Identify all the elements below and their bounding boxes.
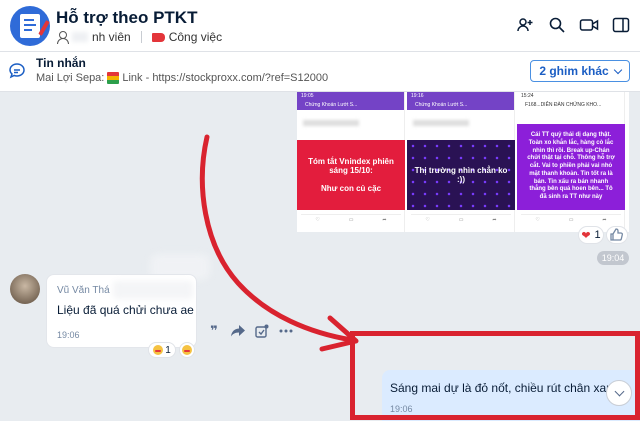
- pinned-preview: Mai Lợi Sepa: Link - https://stockproxx.…: [36, 72, 328, 84]
- pinned-message-bar[interactable]: Tin nhắn Mai Lợi Sepa: Link - https://st…: [0, 52, 640, 92]
- outgoing-message[interactable]: Sáng mai dự là đỏ nốt, chiều rút chân xa…: [382, 370, 640, 421]
- task-icon[interactable]: [253, 323, 271, 339]
- image-gallery-message[interactable]: 19:05 Chứng Khoán Lướt S... Tóm tắt Vnin…: [297, 92, 629, 232]
- image-status-time: 19:05: [297, 92, 404, 100]
- forward-icon[interactable]: [229, 323, 247, 339]
- members-label[interactable]: nh viên: [92, 30, 131, 44]
- category-label[interactable]: Công việc: [169, 30, 222, 44]
- annotation-arrowhead: [319, 315, 359, 352]
- message-text: Sáng mai dự là đỏ nốt, chiều rút chân xa…: [390, 381, 620, 395]
- pinned-link[interactable]: Link - https://stockproxx.com/?ref=S1200…: [122, 72, 328, 84]
- redacted-name: [113, 281, 193, 299]
- thumbs-up-icon: [610, 228, 623, 241]
- avatar[interactable]: [10, 274, 40, 304]
- incoming-message[interactable]: Vũ Văn Thá Liệu đã quá chửi chưa ae 19:0…: [46, 274, 197, 348]
- scroll-to-bottom-button[interactable]: [606, 380, 632, 406]
- message-icon: [8, 62, 26, 80]
- divider: [140, 31, 142, 43]
- quote-icon[interactable]: ❞: [205, 323, 223, 339]
- books-emoji-icon: [107, 72, 120, 84]
- pinned-sender: Mai Lợi Sepa:: [36, 72, 105, 84]
- add-member-icon[interactable]: [514, 14, 536, 36]
- document-icon: [20, 14, 50, 38]
- pinned-title: Tin nhắn: [36, 56, 86, 70]
- image-header-text: Chứng Khoán Lướt S...: [297, 100, 404, 110]
- image-panel-text: Cái TT quỷ thái dị dạng thật. Toàn xo kh…: [517, 124, 625, 210]
- more-options-icon[interactable]: [277, 323, 295, 339]
- more-pins-button[interactable]: 2 ghim khác: [530, 60, 630, 82]
- sidebar-toggle-icon[interactable]: [610, 14, 632, 36]
- image-reactions: ♡ ▭ ➦: [521, 214, 621, 224]
- image-status-time: 15:24: [517, 92, 624, 100]
- image-panel-text: Thị trường nhìn chẳn ko :)): [407, 140, 515, 210]
- chevron-down-icon: [614, 386, 624, 396]
- like-button[interactable]: [606, 226, 628, 244]
- chat-header: Hỗ trợ theo PTKT nh viên Công việc: [0, 0, 640, 52]
- react-button[interactable]: [179, 342, 195, 358]
- message-time: 19:06: [390, 404, 413, 414]
- reaction-count-badge[interactable]: ❤ 1: [578, 226, 604, 244]
- image-panel-text: Tóm tắt Vnindex phiên sáng 15/10: Như co…: [297, 140, 405, 210]
- video-call-icon[interactable]: [578, 14, 600, 36]
- group-avatar[interactable]: [10, 6, 50, 46]
- angry-face-icon: [153, 345, 164, 355]
- message-text: Liệu đã quá chửi chưa ae: [57, 303, 194, 317]
- members-icon: [56, 31, 69, 44]
- search-icon[interactable]: [546, 14, 568, 36]
- message-actions: ❞: [205, 323, 295, 339]
- reaction-count-badge[interactable]: 1: [148, 342, 176, 358]
- angry-face-icon: [182, 345, 192, 355]
- more-pins-label: 2 ghim khác: [539, 64, 609, 78]
- heart-icon: ❤: [581, 229, 591, 242]
- gallery-image-3[interactable]: 15:24 F168...DIỄN ĐÀN CHỨNG KHO... Cái T…: [517, 92, 625, 232]
- time-pill: 19:04: [597, 251, 629, 265]
- image-header-text: Chứng Khoán Lướt S...: [407, 100, 514, 110]
- group-title[interactable]: Hỗ trợ theo PTKT: [56, 8, 197, 28]
- message-time: 19:06: [57, 330, 80, 340]
- gallery-image-1[interactable]: 19:05 Chứng Khoán Lướt S... Tóm tắt Vnin…: [297, 92, 405, 232]
- gallery-image-2[interactable]: 19:16 Chứng Khoán Lướt S... Thị trường n…: [407, 92, 515, 232]
- reaction-count: 1: [165, 344, 171, 356]
- image-status-time: 19:16: [407, 92, 514, 100]
- image-header-text: F168...DIỄN ĐÀN CHỨNG KHO...: [517, 100, 624, 110]
- reaction-count: 1: [594, 229, 601, 241]
- chevron-down-icon: [613, 65, 622, 74]
- image-meta: [407, 110, 514, 140]
- sender-name[interactable]: Vũ Văn Thá: [57, 285, 110, 296]
- image-meta: [297, 110, 404, 140]
- group-subtitle: nh viên Công việc: [56, 30, 222, 44]
- image-reactions: ♡ ▭ ➦: [301, 214, 401, 224]
- image-reactions: ♡ ▭ ➦: [411, 214, 511, 224]
- category-tag-icon: [151, 32, 165, 42]
- header-actions: [514, 14, 632, 36]
- redacted-count: [72, 32, 88, 42]
